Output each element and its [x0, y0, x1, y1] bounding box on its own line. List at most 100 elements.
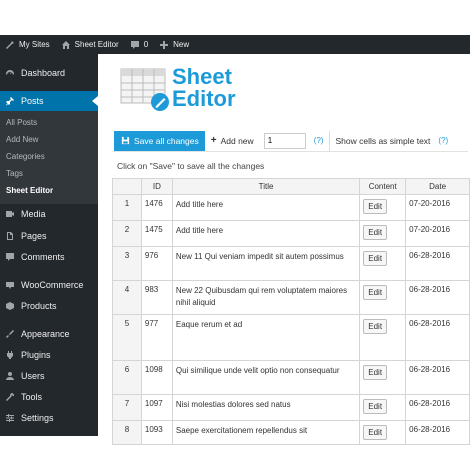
edit-content-button[interactable]: Edit	[363, 199, 388, 214]
sidebar-item-plugins[interactable]: Plugins	[0, 345, 98, 365]
sidebar-item-label: Plugins	[21, 350, 51, 360]
sidebar-item-dashboard[interactable]: Dashboard	[0, 63, 98, 83]
id-cell: 983	[140, 280, 173, 315]
edit-content-button[interactable]: Edit	[363, 285, 388, 300]
pin-icon	[5, 96, 15, 106]
sheet-toolbar: Save all changes + Add new (?) Show cell…	[114, 130, 468, 152]
date-cell[interactable]: 06-28-2016	[405, 246, 470, 281]
submenu-add-new[interactable]: Add New	[6, 133, 38, 147]
edit-content-button[interactable]: Edit	[363, 399, 388, 414]
edit-content-button[interactable]: Edit	[363, 251, 388, 266]
sidebar-item-appearance[interactable]: Appearance	[0, 324, 98, 344]
logo-line-1: Sheet	[172, 64, 232, 89]
comments-icon	[5, 252, 15, 262]
sidebar-item-users[interactable]: Users	[0, 366, 98, 386]
sidebar-item-woocommerce[interactable]: WooCommerce	[0, 275, 98, 295]
date-cell[interactable]: 06-28-2016	[405, 314, 470, 361]
sidebar-item-label: Settings	[21, 413, 54, 423]
sidebar-item-label: Appearance	[21, 329, 70, 339]
column-header-title[interactable]: Title	[171, 178, 361, 195]
add-new-count-input[interactable]	[263, 132, 306, 149]
content-cell: Edit	[359, 314, 407, 361]
add-plus-icon: +	[210, 135, 217, 146]
add-new-help-link[interactable]: (?)	[314, 136, 324, 145]
edit-content-button[interactable]: Edit	[363, 365, 388, 380]
sidebar-item-products[interactable]: Products	[0, 296, 98, 316]
table-row: 1 1476 Add title here Edit 07-20-2016	[112, 194, 470, 221]
plus-icon	[159, 40, 169, 50]
date-cell[interactable]: 06-28-2016	[405, 420, 470, 445]
site-name-menu[interactable]: Sheet Editor	[56, 35, 125, 54]
sidebar-item-comments[interactable]: Comments	[0, 247, 98, 267]
row-number-cell: 4	[112, 280, 142, 315]
title-cell[interactable]: Add title here	[171, 220, 361, 247]
simple-text-help-link[interactable]: (?)	[438, 136, 448, 145]
title-cell[interactable]: Qui similique unde velit optio non conse…	[171, 360, 361, 395]
submenu-tags[interactable]: Tags	[6, 167, 23, 181]
sheet-editor-logo: Sheet Editor	[120, 64, 260, 120]
edit-content-button[interactable]: Edit	[363, 425, 388, 440]
id-cell: 1098	[140, 360, 173, 395]
site-name-label: Sheet Editor	[74, 40, 119, 49]
id-cell: 976	[140, 246, 173, 281]
row-number-cell: 7	[112, 394, 142, 421]
sidebar-item-label: Dashboard	[21, 68, 66, 78]
new-label: New	[173, 40, 190, 49]
submenu-categories[interactable]: Categories	[6, 150, 45, 164]
row-number-cell: 2	[112, 220, 142, 247]
simple-text-toggle[interactable]: Show cells as simple text	[335, 136, 430, 146]
sidebar-item-label: Posts	[21, 96, 44, 106]
date-cell[interactable]: 07-20-2016	[405, 194, 470, 221]
title-cell[interactable]: New 22 Quibusdam qui rem voluptatem maio…	[171, 280, 361, 315]
row-number-cell: 1	[112, 194, 142, 221]
row-number-cell: 3	[112, 246, 142, 281]
row-number-cell: 6	[112, 360, 142, 395]
sidebar-item-label: Pages	[21, 231, 47, 241]
title-cell[interactable]: New 11 Qui veniam impedit sit autem poss…	[171, 246, 361, 281]
sidebar-item-label: WooCommerce	[21, 280, 84, 290]
submenu-all-posts[interactable]: All Posts	[6, 116, 37, 130]
save-all-button[interactable]: Save all changes	[114, 130, 205, 151]
pages-icon	[5, 231, 15, 241]
comments-menu[interactable]: 0	[125, 35, 154, 54]
sidebar-item-settings[interactable]: Settings	[0, 408, 98, 428]
sidebar-item-posts[interactable]: Posts	[0, 91, 98, 111]
title-cell[interactable]: Add title here	[171, 194, 361, 221]
column-header-date[interactable]: Date	[405, 178, 470, 195]
title-cell[interactable]: Eaque rerum et ad	[171, 314, 361, 361]
sidebar-item-pages[interactable]: Pages	[0, 226, 98, 246]
media-icon	[5, 209, 15, 219]
column-header-id[interactable]: ID	[140, 178, 173, 195]
date-cell[interactable]: 06-28-2016	[405, 394, 470, 421]
user-icon	[5, 371, 15, 381]
table-row: 3 976 New 11 Qui veniam impedit sit autem …	[112, 246, 470, 281]
row-number-cell: 5	[112, 314, 142, 361]
sidebar-item-media[interactable]: Media	[0, 204, 98, 224]
sidebar-item-tools[interactable]: Tools	[0, 387, 98, 407]
new-content-menu[interactable]: New	[154, 35, 195, 54]
submenu-sheet-editor[interactable]: Sheet Editor	[6, 184, 53, 198]
admin-sidebar: Dashboard Posts All Posts Add New Catego…	[0, 54, 98, 436]
content-cell: Edit	[359, 246, 407, 281]
edit-content-button[interactable]: Edit	[363, 225, 388, 240]
content-cell: Edit	[359, 194, 407, 221]
content-cell: Edit	[359, 420, 407, 445]
table-header-row: ID Title Content Date	[112, 178, 470, 195]
edit-content-button[interactable]: Edit	[363, 319, 388, 334]
my-sites-menu[interactable]: My Sites	[0, 35, 56, 54]
posts-submenu: All Posts Add New Categories Tags Sheet …	[0, 111, 98, 204]
date-cell[interactable]: 06-28-2016	[405, 360, 470, 395]
add-new-button[interactable]: + Add new	[211, 135, 254, 146]
dashboard-icon	[5, 68, 15, 78]
wrench-icon	[5, 392, 15, 402]
column-header-content[interactable]: Content	[359, 178, 407, 195]
table-row: 7 1097 Nisi molestias dolores sed natus Edi…	[112, 394, 470, 421]
title-cell[interactable]: Nisi molestias dolores sed natus	[171, 394, 361, 421]
home-icon	[61, 40, 71, 50]
save-hint: Click on "Save" to save all the changes	[117, 161, 265, 171]
table-row: 5 977 Eaque rerum et ad Edit 06-28-2016	[112, 314, 470, 361]
title-cell[interactable]: Saepe exercitationem repellendus sit	[171, 420, 361, 445]
id-cell: 1476	[140, 194, 173, 221]
date-cell[interactable]: 07-20-2016	[405, 220, 470, 247]
date-cell[interactable]: 06-28-2016	[405, 280, 470, 315]
